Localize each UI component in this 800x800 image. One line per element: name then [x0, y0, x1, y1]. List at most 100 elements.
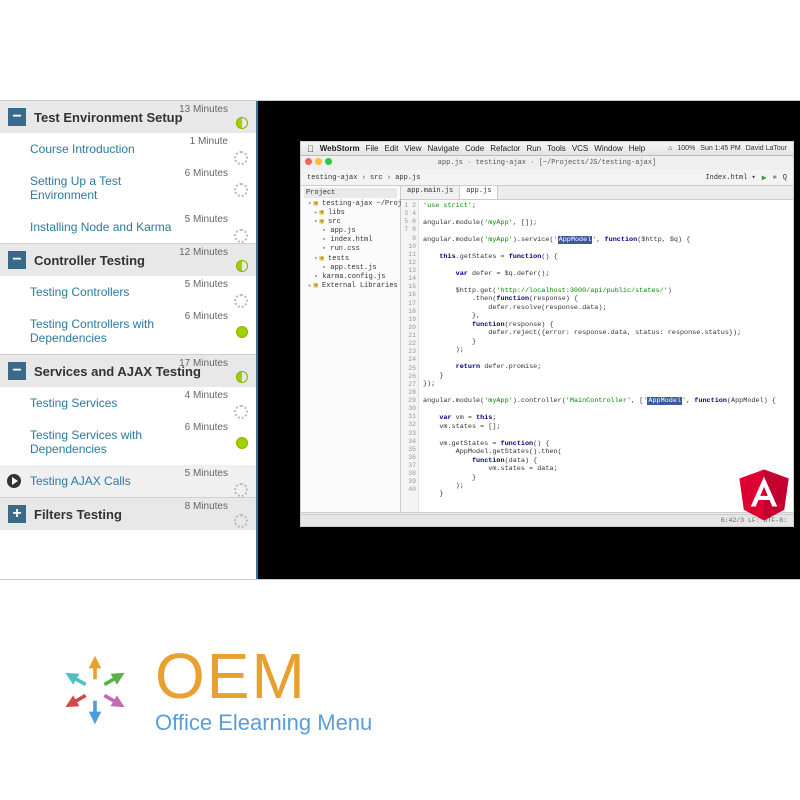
section-duration: 17 Minutes: [179, 358, 228, 369]
menu-help[interactable]: Help: [629, 144, 645, 153]
editor-tabs: app.main.js app.js: [401, 186, 793, 200]
tree-root[interactable]: ▣ testing-ajax ~/Projects/JS/testing-aja…: [304, 200, 397, 209]
lesson-duration: 4 Minutes: [185, 390, 228, 401]
video-player[interactable]:  WebStorm File Edit View Navigate Code …: [258, 101, 800, 579]
wifi-icon: ⌂: [668, 145, 672, 152]
lesson-item[interactable]: Testing Services 4 Minutes: [0, 387, 256, 419]
search-icon[interactable]: Q: [783, 174, 787, 182]
lesson-title: Testing AJAX Calls: [30, 474, 131, 488]
menu-edit[interactable]: Edit: [385, 144, 399, 153]
lesson-item[interactable]: Testing Controllers5 Minutes: [0, 276, 256, 308]
angular-logo-icon: [736, 465, 792, 521]
lesson-item[interactable]: Installing Node and Karma 5 Minutes: [0, 211, 256, 243]
progress-indicator-icon: [236, 260, 248, 272]
brand-tagline: Office Elearning Menu: [155, 710, 372, 736]
lesson-title: Course Introduction: [30, 142, 135, 156]
project-panel[interactable]: Project ▣ testing-ajax ~/Projects/JS/tes…: [301, 186, 401, 512]
tree-folder[interactable]: ▣ tests: [304, 255, 397, 264]
battery-indicator: 100%: [677, 145, 695, 152]
menu-window[interactable]: Window: [594, 144, 622, 153]
lesson-duration: 1 Minute: [190, 136, 228, 147]
project-panel-title: Project: [304, 188, 397, 198]
tree-file[interactable]: ▪ app.test.js: [304, 264, 397, 273]
lesson-duration: 5 Minutes: [185, 214, 228, 225]
progress-indicator-icon: [236, 371, 248, 383]
progress-indicator-icon: [236, 326, 248, 338]
editor-tab[interactable]: app.js: [460, 186, 498, 199]
menu-run[interactable]: Run: [526, 144, 541, 153]
progress-indicator-icon: [234, 294, 248, 308]
collapse-icon[interactable]: −: [8, 362, 26, 380]
tree-file[interactable]: ▪ karma.config.js: [304, 273, 397, 282]
tree-file[interactable]: ▪ app.js: [304, 227, 397, 236]
editor-tab[interactable]: app.main.js: [401, 186, 460, 199]
section-header[interactable]: −Test Environment Setup13 Minutes: [0, 101, 256, 133]
lesson-title: Testing Services: [30, 396, 117, 410]
menu-view[interactable]: View: [404, 144, 421, 153]
brand-footer: OEM Office Elearning Menu: [0, 580, 800, 800]
section-title: Test Environment Setup: [34, 110, 183, 125]
lesson-duration: 6 Minutes: [185, 311, 228, 322]
apple-icon: : [307, 144, 314, 154]
section-title: Services and AJAX Testing: [34, 364, 201, 379]
mac-menubar:  WebStorm File Edit View Navigate Code …: [301, 142, 793, 156]
tree-folder[interactable]: ▣ src: [304, 218, 397, 227]
now-playing-icon: [6, 473, 22, 489]
maximize-window-icon[interactable]: [325, 158, 332, 165]
progress-indicator-icon: [234, 229, 248, 243]
progress-indicator-icon: [234, 514, 248, 528]
section-header[interactable]: + Filters Testing 8 Minutes: [0, 497, 256, 530]
clock: Sun 1:45 PM: [700, 145, 740, 152]
minimize-window-icon[interactable]: [315, 158, 322, 165]
progress-indicator-icon: [234, 183, 248, 197]
tree-file[interactable]: ▪ run.css: [304, 245, 397, 254]
code-editor[interactable]: 1 2 3 4 5 6 7 8 9 10 11 12 13 14 15 16 1…: [401, 200, 793, 512]
section-duration: 12 Minutes: [179, 247, 228, 258]
lesson-duration: 6 Minutes: [185, 422, 228, 433]
ide-statusbar: 6:42/3 LF: UTF-8:: [301, 514, 793, 526]
section-duration: 8 Minutes: [185, 501, 228, 512]
breadcrumb[interactable]: testing-ajax › src › app.js: [307, 174, 420, 182]
progress-indicator-icon: [234, 151, 248, 165]
progress-indicator-icon: [234, 405, 248, 419]
collapse-icon[interactable]: −: [8, 251, 26, 269]
lesson-title: Testing Controllers with Dependencies: [30, 317, 180, 345]
tree-file[interactable]: ▪ index.html: [304, 236, 397, 245]
run-icon[interactable]: ▶: [762, 173, 767, 183]
lesson-item[interactable]: Setting Up a Test Environment 6 Minutes: [0, 165, 256, 211]
expand-icon[interactable]: +: [8, 505, 26, 523]
progress-indicator-icon: [234, 483, 248, 497]
window-title: app.js · testing-ajax · [~/Projects/JS/t…: [301, 158, 793, 170]
menu-vcs[interactable]: VCS: [572, 144, 588, 153]
debug-icon[interactable]: ✱: [773, 173, 777, 182]
lesson-item[interactable]: Course Introduction 1 Minute: [0, 133, 256, 165]
lesson-item[interactable]: Testing Services with Dependencies6 Minu…: [0, 419, 256, 465]
collapse-icon[interactable]: −: [8, 108, 26, 126]
lesson-title: Installing Node and Karma: [30, 220, 171, 234]
course-sidebar: −Test Environment Setup13 MinutesCourse …: [0, 101, 258, 579]
app-name[interactable]: WebStorm: [320, 144, 360, 153]
lesson-duration: 5 Minutes: [185, 279, 228, 290]
section-header[interactable]: −Controller Testing 12 Minutes: [0, 243, 256, 276]
progress-indicator-icon: [236, 437, 248, 449]
lesson-duration: 5 Minutes: [185, 468, 228, 479]
lesson-item[interactable]: Testing Controllers with Dependencies 6 M…: [0, 308, 256, 354]
section-header[interactable]: −Services and AJAX Testing17 Minutes: [0, 354, 256, 387]
tree-folder[interactable]: ▣ libs: [304, 209, 397, 218]
section-title: Filters Testing: [34, 507, 122, 522]
menu-tools[interactable]: Tools: [547, 144, 566, 153]
lesson-item[interactable]: Testing AJAX Calls 5 Minutes: [0, 465, 256, 497]
lesson-duration: 6 Minutes: [185, 168, 228, 179]
menu-navigate[interactable]: Navigate: [428, 144, 460, 153]
menu-code[interactable]: Code: [465, 144, 484, 153]
menu-file[interactable]: File: [366, 144, 379, 153]
brand-name: OEM: [155, 644, 372, 708]
user-name: David LaTour: [746, 145, 787, 152]
section-title: Controller Testing: [34, 253, 145, 268]
line-gutter: 1 2 3 4 5 6 7 8 9 10 11 12 13 14 15 16 1…: [401, 200, 419, 512]
menu-refactor[interactable]: Refactor: [490, 144, 520, 153]
ide-toolbar: testing-ajax › src › app.js Index.html ▾…: [301, 170, 793, 186]
lesson-title: Setting Up a Test Environment: [30, 174, 180, 202]
tree-external-libs[interactable]: ▣ External Libraries: [304, 282, 397, 291]
close-window-icon[interactable]: [305, 158, 312, 165]
